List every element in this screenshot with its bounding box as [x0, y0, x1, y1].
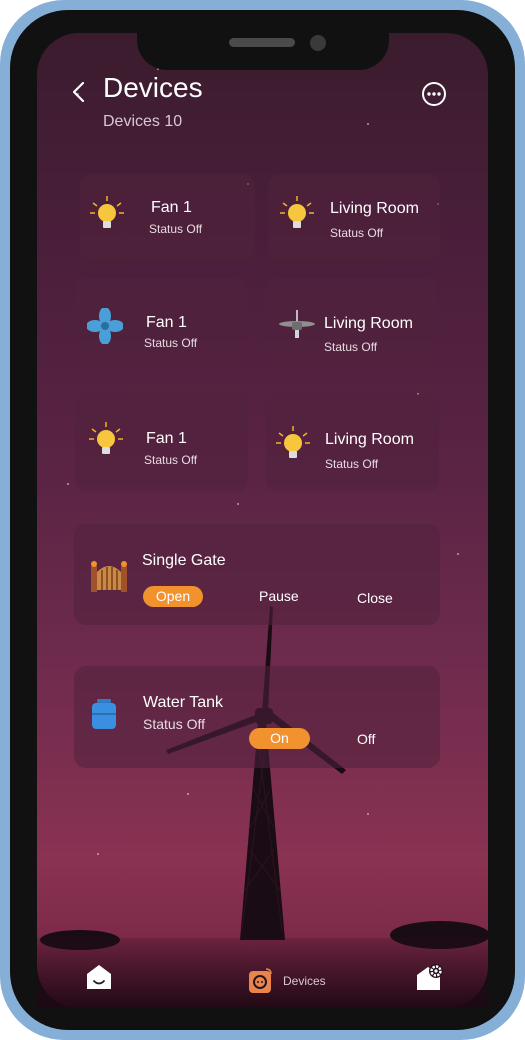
bulb-icon — [280, 196, 314, 228]
device-name: Water Tank — [143, 694, 224, 711]
more-options-icon[interactable] — [421, 81, 447, 107]
device-name: Single Gate — [142, 552, 226, 569]
tank-on-button[interactable]: On — [249, 728, 310, 749]
device-card-water-tank[interactable]: Water Tank Status Off On Off — [74, 666, 440, 768]
device-card-fan-1[interactable]: Fan 1 Status Off — [75, 278, 248, 376]
device-name: Fan 1 — [146, 430, 187, 447]
back-chevron-icon[interactable] — [69, 81, 91, 103]
device-status: Status Off — [330, 226, 384, 240]
gate-open-button[interactable]: Open — [143, 586, 203, 607]
device-card-fan-1[interactable]: Fan 1 Status Off — [75, 392, 248, 492]
gate-pause-button[interactable]: Pause — [259, 588, 299, 604]
ceiling-fan-icon — [279, 310, 315, 338]
device-status: Status Off — [144, 336, 198, 350]
devices-icon[interactable] — [249, 967, 273, 993]
device-status: Status Off — [325, 457, 379, 471]
bulb-icon — [89, 422, 123, 454]
device-card-living-room[interactable]: Living Room Status Off — [268, 174, 440, 260]
device-status: Status Off — [149, 222, 203, 236]
home-icon[interactable] — [86, 964, 112, 990]
device-status: Status Off — [143, 716, 205, 732]
bulb-icon — [90, 196, 124, 228]
bulb-icon — [276, 426, 310, 458]
settings-icon[interactable] — [416, 963, 444, 991]
gate-icon — [91, 561, 127, 592]
device-card-fan-1[interactable]: Fan 1 Status Off — [80, 174, 255, 260]
device-status: Status Off — [144, 453, 198, 467]
fan-icon — [87, 308, 123, 344]
water-tank-icon — [92, 699, 116, 729]
phone-speaker — [229, 38, 295, 47]
device-status: Status Off — [324, 340, 378, 354]
device-name: Living Room — [325, 431, 414, 448]
device-name: Living Room — [324, 315, 413, 332]
tank-off-button[interactable]: Off — [357, 731, 375, 747]
device-name: Living Room — [330, 200, 419, 217]
device-name: Fan 1 — [146, 314, 187, 331]
nav-devices-label[interactable]: Devices — [283, 974, 326, 988]
device-card-living-room[interactable]: Living Room Status Off — [264, 278, 437, 376]
device-card-living-room[interactable]: Living Room Status Off — [266, 394, 439, 492]
gate-close-button[interactable]: Close — [357, 590, 393, 606]
device-name: Fan 1 — [151, 199, 192, 216]
phone-camera — [310, 35, 326, 51]
device-count: Devices 10 — [103, 113, 183, 130]
device-card-single-gate[interactable]: Single Gate Open Pause Close — [74, 524, 440, 625]
page-title: Devices — [103, 72, 203, 103]
